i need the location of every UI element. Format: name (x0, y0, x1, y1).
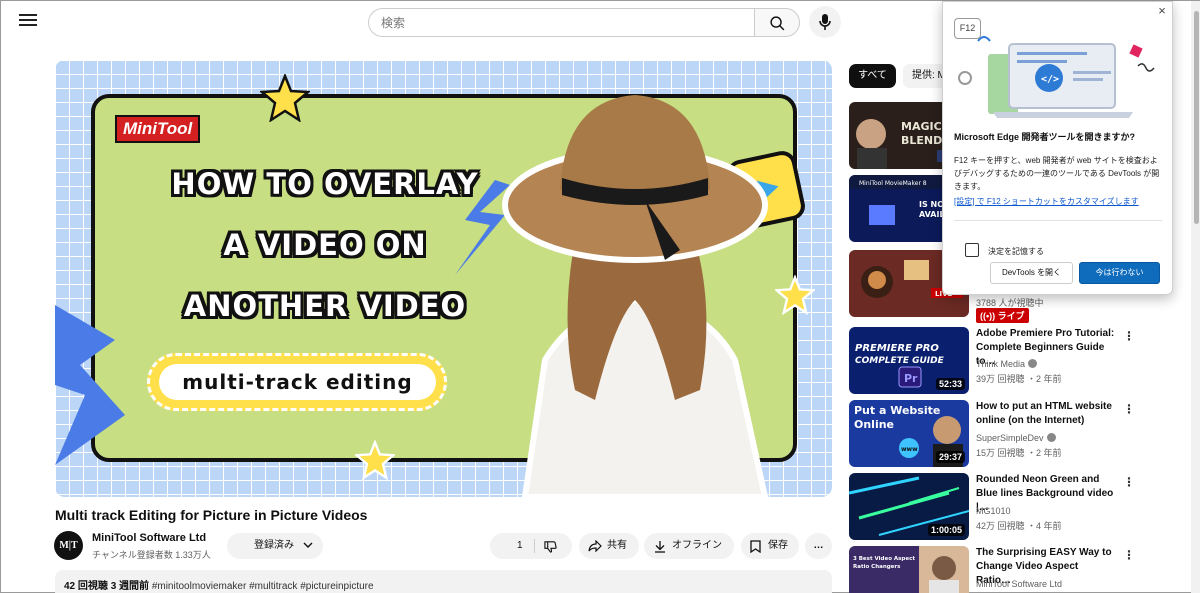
svg-text:Ratio Changers: Ratio Changers (853, 564, 901, 570)
search-input[interactable] (368, 8, 754, 37)
remember-decision-checkbox[interactable] (965, 243, 979, 257)
search-bar (368, 8, 800, 37)
like-count[interactable]: 1 (517, 533, 523, 559)
subscribed-button[interactable]: 登録済み (227, 533, 323, 559)
rec-channel-name: Think Media (976, 359, 1026, 369)
dialog-body: F12 キーを押すと、web 開発者が web サイトを検査およびデバッグするた… (954, 156, 1160, 191)
download-icon (655, 541, 665, 553)
rec-stats: 39万 回視聴 ・2 年前 (976, 374, 1062, 384)
rec-thumbnail[interactable]: Put a Website Online www 29:37 (849, 400, 969, 467)
thumbnail-tag-pill: multi-track editing (147, 353, 447, 411)
lightning-icon (55, 305, 125, 465)
channel-name[interactable]: MiniTool Software Ltd (92, 532, 206, 544)
description-box[interactable]: 42 回視聴 3 週間前 #minitoolmoviemaker #multit… (55, 570, 832, 593)
search-icon (770, 16, 785, 31)
view-count: 42 回視聴 (64, 581, 108, 592)
rec-channel-name: SuperSimpleDev (976, 433, 1044, 443)
video-player[interactable]: MiniTool HOW TO OVERLAY A VIDEO ON ANOTH… (55, 60, 832, 497)
hamburger-menu-icon[interactable] (17, 11, 39, 33)
rec-channel: Think Media (976, 359, 1038, 369)
video-title: Multi track Editing for Picture in Pictu… (55, 507, 368, 523)
devtools-illustration: </> (958, 36, 1155, 118)
star-icon (260, 74, 310, 122)
like-divider (534, 539, 535, 553)
more-actions-label: … (813, 540, 824, 551)
close-icon[interactable]: × (1155, 4, 1169, 18)
divider (954, 220, 1162, 221)
rec-thumbnail[interactable]: PREMIERE PRO COMPLETE GUIDE Pr 52:33 (849, 327, 969, 394)
svg-text:Put a Website: Put a Website (854, 404, 940, 417)
more-actions-button[interactable]: … (805, 533, 832, 559)
share-label: 共有 (607, 540, 627, 551)
subscriber-count: チャンネル登録者数 1.33万人 (92, 550, 211, 560)
rec-more-icon[interactable]: ⋮ (1123, 548, 1135, 564)
scrollbar-thumb[interactable] (1194, 11, 1199, 224)
rec-more-icon[interactable]: ⋮ (1123, 475, 1135, 491)
bookmark-icon (750, 540, 761, 553)
share-icon (588, 540, 602, 552)
rec-channel: SuperSimpleDev (976, 433, 1056, 443)
verified-icon (1028, 359, 1038, 368)
minitool-logo: MiniTool (115, 115, 201, 143)
rec-stats: 15万 回視聴 ・2 年前 (976, 448, 1062, 458)
rec-channel: MiniTool Software Ltd (976, 579, 1063, 589)
svg-text:PREMIERE PRO: PREMIERE PRO (855, 343, 939, 354)
svg-text:3 Best Video Aspect: 3 Best Video Aspect (853, 556, 915, 562)
svg-text:COMPLETE GUIDE: COMPLETE GUIDE (855, 356, 945, 366)
remember-decision-label: 決定を記憶する (988, 247, 1044, 256)
share-button[interactable]: 共有 (579, 533, 639, 559)
dialog-title: Microsoft Edge 開発者ツールを開きますか? (954, 132, 1136, 142)
rec-more-icon[interactable]: ⋮ (1123, 329, 1135, 345)
save-label: 保存 (768, 540, 788, 551)
thumbnail-tag: multi-track editing (159, 364, 436, 400)
open-devtools-button[interactable]: DevTools を開く (990, 262, 1073, 284)
svg-text:Online: Online (854, 418, 894, 431)
svg-text:MiniTool MovieMaker 8: MiniTool MovieMaker 8 (859, 180, 927, 187)
dislike-icon[interactable] (544, 540, 557, 553)
offline-download-button[interactable]: オフライン (644, 533, 734, 559)
woman-with-hat-image (502, 95, 769, 497)
search-button[interactable] (754, 8, 800, 37)
devtools-prompt-dialog: F12 × </> Microsoft Edge 開発者ツールを開きますか? F… (942, 1, 1173, 295)
video-duration: 52:33 (935, 378, 965, 390)
rec-thumbnail-art: 3 Best Video Aspect Ratio Changers (849, 546, 959, 593)
svg-text:</>: </> (1041, 74, 1059, 85)
video-duration: 29:37 (935, 451, 965, 463)
rec-more-icon[interactable]: ⋮ (1123, 402, 1135, 418)
customize-shortcut-link[interactable]: [設定] で F12 ショートカットをカスタマイズします (954, 196, 1139, 207)
voice-search-button[interactable] (809, 6, 841, 38)
verified-icon (1046, 433, 1056, 442)
rec-thumbnail[interactable]: 1:00:05 (849, 473, 969, 540)
offline-label: オフライン (672, 540, 722, 551)
like-dislike-group: 1 (490, 533, 572, 559)
subscribed-label: 登録済み (254, 540, 294, 551)
star-icon (355, 440, 395, 480)
chip-all[interactable]: すべて (849, 64, 896, 88)
rec-thumbnail[interactable]: 3 Best Video Aspect Ratio Changers (849, 546, 969, 593)
svg-text:www: www (901, 446, 918, 453)
rec-title[interactable]: How to put an HTML website online (on th… (976, 400, 1116, 428)
chevron-down-icon (303, 542, 313, 548)
not-now-button[interactable]: 今は行わない (1079, 262, 1160, 284)
rec-stats: 42万 回視聴 ・4 年前 (976, 521, 1062, 531)
upload-age: 3 週間前 (110, 581, 150, 592)
rec-channel: MG1010 (976, 506, 1011, 516)
microphone-icon (819, 14, 831, 30)
save-button[interactable]: 保存 (741, 533, 799, 559)
video-duration: 1:00:05 (927, 524, 965, 536)
hashtags[interactable]: #minitoolmoviemaker #multitrack #picture… (152, 581, 374, 592)
channel-avatar[interactable]: M|T (54, 531, 83, 560)
live-badge: ((•)) ライブ (976, 308, 1029, 323)
svg-text:Pr: Pr (904, 372, 918, 385)
